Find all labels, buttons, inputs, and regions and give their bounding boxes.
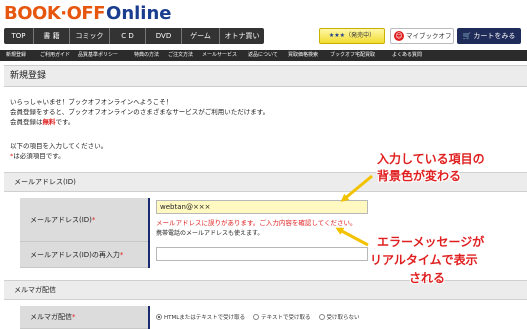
radio-label: HTMLまたはテキストで受け取る	[164, 315, 246, 321]
subnav-mail-service[interactable]: メールサービス	[202, 50, 248, 61]
subnav-order[interactable]: ご注文方法	[168, 50, 202, 61]
field-divider	[148, 306, 150, 329]
email-input[interactable]	[156, 200, 368, 214]
my-bookoff-button[interactable]: ☺ マイブックオフ	[390, 28, 454, 44]
required-note: は必須項目です。	[13, 152, 65, 160]
radio-option-none[interactable]: 受け取らない	[318, 313, 360, 321]
bookoff-logo[interactable]: BOOK·OFFOnline	[4, 3, 204, 25]
email-confirm-field-label: メールアドレス(ID)の再入力 *	[20, 242, 148, 268]
subnav-returns[interactable]: 返品について	[248, 50, 288, 61]
required-mark: *	[91, 215, 96, 224]
nav-comics[interactable]: コミック	[70, 28, 110, 44]
subnav-buyback-search[interactable]: 買取価格検索	[288, 50, 330, 61]
email-confirm-input[interactable]	[156, 247, 368, 261]
annotation-focus-line-2: 背景色が変わる	[377, 169, 462, 183]
view-cart-label: カートをみる	[473, 32, 516, 40]
smile-icon: ☺	[394, 31, 404, 41]
email-field-label: メールアドレス(ID) *	[20, 198, 148, 242]
radio-icon[interactable]	[253, 314, 260, 320]
required-mark: *	[72, 313, 76, 321]
intro-line-3: 会員登録は無料です。	[10, 117, 74, 127]
subnav-benefits[interactable]: 特典の方法	[134, 50, 168, 61]
main-nav: TOP 書 籍 コミック C D DVD ゲーム オトナ買い	[4, 28, 264, 44]
radio-option-text[interactable]: テキストで受け取る	[253, 313, 311, 321]
email-error-message: メールアドレスに誤りがあります。ご入力内容を確認してください。	[156, 219, 357, 227]
annotation-error-line-1: エラーメッセージが	[377, 235, 485, 249]
subnav-delivery-buyback[interactable]: ブックオフ宅配買取	[330, 50, 392, 61]
intro-line-5: *は必須項目です。	[10, 151, 65, 161]
intro-line-3-post: です。	[55, 118, 75, 126]
nav-cd[interactable]: C D	[110, 28, 146, 44]
radio-icon[interactable]	[318, 314, 325, 320]
error-arrow	[335, 227, 369, 247]
subnav-signup[interactable]: 新規登録	[6, 50, 40, 61]
subnav-faq[interactable]: よくある質問	[392, 50, 432, 61]
my-bookoff-label: マイブックオフ	[406, 32, 452, 40]
cart-icon: 🛒	[462, 32, 472, 40]
page-title: 新規登録	[4, 65, 527, 87]
nav-top[interactable]: TOP	[4, 28, 34, 44]
intro-line-4: 以下の項目を入力してください。	[10, 142, 108, 150]
radio-label: テキストで受け取る	[261, 315, 311, 321]
free-text: 無料	[42, 118, 56, 126]
intro-line-3-pre: 会員登録は	[10, 118, 43, 126]
subnav-quality-policy[interactable]: 品質基準ポリシー	[78, 50, 134, 61]
sub-nav: 新規登録 ご利用ガイド 品質基準ポリシー 特典の方法 ご注文方法 メールサービス…	[0, 50, 527, 61]
greeting-text: いらっしゃいませ！ブックオフオンラインへようこそ！	[10, 98, 173, 106]
annotation-focus-line-1: 入力している項目の	[377, 152, 485, 166]
magazine-section-header: メルマガ配信	[4, 280, 527, 300]
banner-stars-icon: ★★★	[328, 32, 346, 39]
nav-dvd[interactable]: DVD	[146, 28, 182, 44]
magazine-label-text: メルマガ配信	[30, 313, 72, 321]
email-hint: 携帯電話のメールアドレスも使えます。	[156, 230, 264, 237]
annotation-error-line-3: される	[409, 271, 446, 285]
kyaku-label: （発売中）	[345, 32, 376, 39]
logo-book-text: BOOK·OFF	[4, 3, 106, 24]
annotation-error-line-2: リアルタイムで表示	[370, 253, 478, 267]
logo-online-text: Online	[106, 3, 172, 24]
view-cart-button[interactable]: 🛒 カートをみる	[457, 28, 521, 44]
nav-books[interactable]: 書 籍	[34, 28, 70, 44]
radio-option-html-or-text[interactable]: HTMLまたはテキストで受け取る	[156, 313, 245, 321]
required-mark: *	[119, 250, 124, 259]
subnav-guide[interactable]: ご利用ガイド	[40, 50, 78, 61]
radio-selected-icon[interactable]	[156, 314, 162, 320]
kyaku-banner-button[interactable]: ★★★（発売中）	[319, 28, 385, 44]
email-label-text: メールアドレス(ID)	[30, 215, 92, 224]
magazine-field-label: メルマガ配信 *	[20, 306, 148, 329]
email-confirm-label-text: メールアドレス(ID)の再入力	[30, 250, 120, 259]
intro-line-2: 会員登録をすると、ブックオフオンラインのさまざまなサービスがご利用いただけます。	[10, 108, 270, 116]
magazine-radio-group: HTMLまたはテキストで受け取る テキストで受け取る 受け取らない	[156, 313, 368, 321]
nav-game[interactable]: ゲーム	[182, 28, 220, 44]
radio-label: 受け取らない	[326, 315, 360, 321]
nav-otona-gai[interactable]: オトナ買い	[220, 28, 264, 44]
field-divider	[148, 198, 150, 268]
